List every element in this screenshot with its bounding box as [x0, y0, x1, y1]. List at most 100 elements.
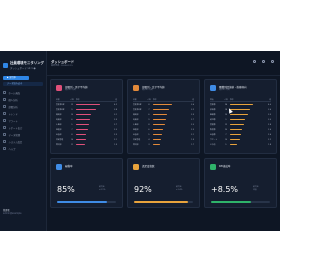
row-bar — [153, 128, 164, 131]
row-bar — [153, 118, 166, 121]
row-count: 9 — [71, 108, 73, 111]
row-bar — [153, 133, 163, 136]
sidebar-item-0[interactable]: ホーム画面 — [3, 89, 43, 96]
row-count: 12 — [70, 103, 74, 106]
sidebar-item-6[interactable]: データ管理 — [3, 131, 43, 138]
row-name: 営業職 — [210, 104, 216, 106]
row-name: 企画部 — [56, 134, 62, 136]
table-row[interactable]: その他 5 1.8 — [210, 142, 271, 147]
sidebar-item-label: データ管理 — [8, 133, 21, 137]
row-name: 総務部 — [133, 119, 139, 121]
row-value: 3.1 — [114, 113, 117, 116]
panel-icon — [56, 85, 62, 91]
row-count: 24 — [224, 103, 228, 106]
row-name: その他 — [210, 144, 216, 146]
metric-card-2: KPI達成率 +8.5% 前月比 改善 — [204, 158, 277, 208]
metric-icon — [133, 164, 139, 170]
row-count: 9 — [225, 118, 227, 121]
expand-icon[interactable] — [271, 60, 274, 63]
row-name: 営業第1課 — [56, 104, 65, 106]
row-name: 物流部 — [133, 144, 139, 146]
panel-subtitle: 過去6ヶ月間 — [219, 89, 230, 91]
building-icon — [3, 105, 6, 108]
sidebar-item-1[interactable]: 個人分析 — [3, 96, 43, 103]
row-value: 2.3 — [114, 133, 117, 136]
sidebar-item-label: トレンド — [8, 112, 18, 116]
row-bar — [230, 143, 238, 146]
row-bar — [230, 128, 243, 131]
alert-icon — [3, 119, 6, 122]
row-value: 2.7 — [114, 123, 117, 126]
run-button[interactable]: ▶ 実行中 — [3, 76, 29, 80]
user-icon — [3, 98, 6, 101]
column-header: 職種 — [210, 98, 214, 101]
row-name: 企画職 — [210, 134, 216, 136]
row-count: 11 — [70, 143, 74, 146]
sidebar-nav: ホーム画面個人分析部署分析トレンドアラート レポート出力データ管理 システム設定 ヘル… — [3, 89, 43, 152]
sidebar-item-label: アラート — [8, 119, 18, 123]
row-bar — [76, 133, 87, 136]
row-count: 9 — [148, 118, 150, 121]
sidebar-item-label: 部署分析 — [8, 105, 18, 109]
metric-title: 稼働率 — [65, 164, 73, 168]
table-row[interactable]: 物流部 3 1.7 — [133, 142, 194, 147]
row-value: 2.1 — [191, 133, 194, 136]
app-logo-icon — [3, 63, 8, 68]
metric-value: 85% — [57, 185, 75, 194]
row-bar — [76, 103, 101, 106]
load-data-button[interactable]: データ読み込み — [3, 82, 43, 86]
column-header: 推移 — [153, 98, 157, 101]
row-value: 2.1 — [114, 138, 117, 141]
bell-icon[interactable] — [262, 60, 265, 63]
column-header: 人数 — [224, 98, 228, 101]
column-header: 値 — [269, 98, 271, 101]
row-name: サポート — [210, 139, 218, 141]
help-icon — [3, 147, 6, 150]
row-bar — [230, 103, 254, 106]
row-count: 4 — [148, 138, 150, 141]
metric-title: 満足度指数 — [142, 164, 155, 168]
metric-delta: 前月比 改善 — [253, 186, 259, 191]
row-name: 品質管理 — [133, 139, 141, 141]
row-value: 1.7 — [191, 143, 194, 146]
row-bar — [76, 108, 97, 111]
row-value: 2.9 — [114, 118, 117, 121]
row-count: 8 — [148, 123, 150, 126]
column-header: 部署 — [56, 98, 60, 101]
panel-table: 部署 人数 推移 値営業第1課 8 3.6 営業第2課 7 3.2 開発部 6 2.9 総務部 9 2.7 人… — [133, 97, 194, 147]
row-count: 5 — [71, 123, 73, 126]
sidebar-item-label: 個人分析 — [8, 98, 18, 102]
home-icon — [3, 91, 6, 94]
sidebar-item-3[interactable]: トレンド — [3, 110, 43, 117]
sidebar-item-2[interactable]: 部署分析 — [3, 103, 43, 110]
column-header: 値 — [192, 98, 194, 101]
row-count: 6 — [148, 113, 150, 116]
row-count: 10 — [224, 138, 228, 141]
row-value: 2.9 — [191, 113, 194, 116]
metric-card-0: 稼働率 85% 前月比 +2.1% — [50, 158, 123, 208]
row-count: 15 — [70, 113, 74, 116]
row-bar — [153, 113, 168, 116]
row-name: 総務部 — [56, 119, 62, 121]
column-header: 推移 — [76, 98, 80, 101]
row-bar — [76, 143, 85, 146]
sidebar: 社員環境モニタリング ダッシュボード v2.1 ● ▶ 実行中 データ読み込み … — [0, 51, 47, 231]
row-name: 人事部 — [133, 124, 139, 126]
sidebar-item-7[interactable]: システム設定 — [3, 138, 43, 145]
panel-0: 部署別・男子平均値 過去6ヶ月間 部署 人数 推移値営業第1課 12 4.2 営業第2課 9 3.… — [50, 79, 123, 154]
user-profile[interactable]: 管理者 admin@example — [3, 209, 21, 215]
sidebar-item-4[interactable]: アラート — [3, 117, 43, 124]
metric-delta: 前月比 +1.4% — [176, 186, 183, 191]
row-bar — [230, 108, 251, 111]
row-value: 2.7 — [191, 118, 194, 121]
table-row[interactable]: 物流部 11 1.9 — [56, 142, 117, 147]
search-icon[interactable] — [253, 60, 256, 63]
row-bar — [230, 118, 245, 121]
trend-icon — [3, 112, 6, 115]
metric-progress — [211, 201, 270, 203]
sidebar-item-5[interactable]: レポート出力 — [3, 124, 43, 131]
panel-icon — [133, 85, 139, 91]
panel-1: 部署別・女子平均値 過去6ヶ月間 部署 人数 推移値営業第1課 8 3.6 営業第2課 7 3.2… — [127, 79, 200, 154]
row-value: 3.6 — [268, 108, 271, 111]
sidebar-item-8[interactable]: ヘルプ — [3, 145, 43, 152]
